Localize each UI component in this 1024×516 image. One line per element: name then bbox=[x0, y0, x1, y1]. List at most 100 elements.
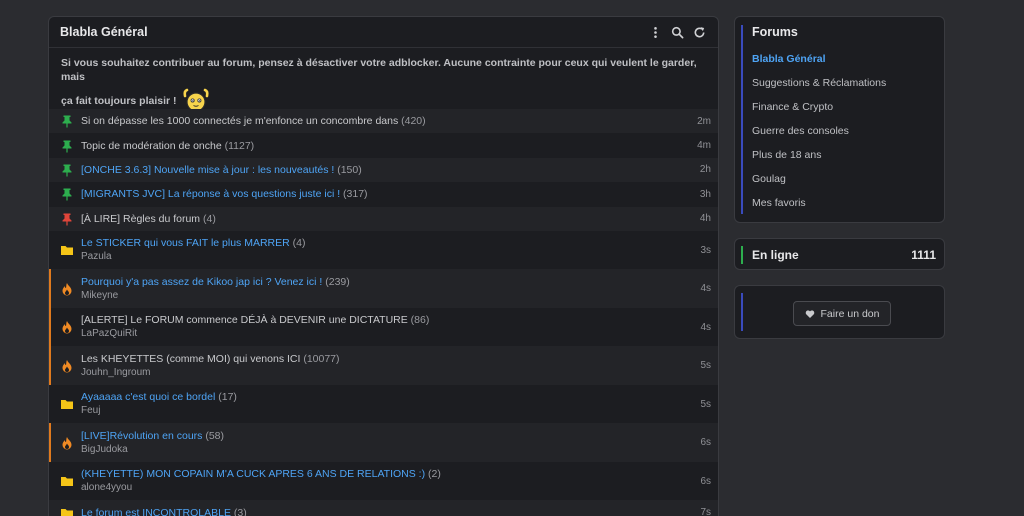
topic-title-link[interactable]: Si on dépasse les 1000 connectés je m'en… bbox=[81, 115, 398, 127]
topic-row[interactable]: Si on dépasse les 1000 connectés je m'en… bbox=[49, 109, 718, 134]
panel-header: Blabla Général bbox=[49, 17, 718, 48]
topic-title-link[interactable]: [LIVE]Révolution en cours bbox=[81, 430, 202, 442]
topic-row[interactable]: Pourquoi y'a pas assez de Kikoo jap ici … bbox=[49, 269, 718, 308]
topic-title-link[interactable]: Les KHEYETTES (comme MOI) qui venons ICI bbox=[81, 353, 300, 365]
topic-row[interactable]: Le STICKER qui vous FAIT le plus MARRER … bbox=[49, 231, 718, 270]
topic-title-link[interactable]: [MIGRANTS JVC] La réponse à vos question… bbox=[81, 188, 340, 200]
topic-reply-count: (4) bbox=[289, 237, 306, 250]
topic-row[interactable]: [À LIRE] Règles du forum (4) 4h bbox=[49, 206, 718, 231]
topic-author[interactable]: Feuj bbox=[81, 404, 678, 418]
refresh-icon[interactable] bbox=[692, 25, 706, 39]
topic-row[interactable]: (KHEYETTE) MON COPAIN M'A CUCK APRES 6 A… bbox=[49, 462, 718, 501]
topic-row[interactable]: Ayaaaaa c'est quoi ce bordel (17) Feuj 5s bbox=[49, 385, 718, 424]
topic-time: 4s bbox=[700, 283, 711, 295]
topic-row[interactable]: [MIGRANTS JVC] La réponse à vos question… bbox=[49, 182, 718, 206]
fire-icon bbox=[51, 320, 79, 334]
topic-time: 4m bbox=[697, 140, 711, 152]
forum-link[interactable]: Plus de 18 ans bbox=[752, 148, 886, 172]
forum-link[interactable]: Goulag bbox=[752, 172, 886, 196]
topic-text: [ONCHE 3.6.3] Nouvelle mise à jour : les… bbox=[79, 163, 678, 177]
topic-title-link[interactable]: Ayaaaaa c'est quoi ce bordel bbox=[81, 391, 215, 403]
heart-icon bbox=[805, 309, 814, 318]
topic-row[interactable]: [LIVE]Révolution en cours (58) BigJudoka 6… bbox=[49, 423, 718, 462]
topic-title-link[interactable]: (KHEYETTE) MON COPAIN M'A CUCK APRES 6 A… bbox=[81, 468, 425, 480]
topic-title-link[interactable]: [ALERTE] Le FORUM commence DÉJÀ à DEVENI… bbox=[81, 314, 408, 326]
topic-row[interactable]: Le forum est INCONTROLABLE (3) 7s bbox=[49, 500, 718, 516]
topics-panel: Blabla Général Si vous souhaitez contrib… bbox=[48, 16, 719, 516]
pin-red-icon bbox=[51, 212, 79, 226]
donate-card: Faire un don bbox=[734, 285, 945, 339]
topic-reply-count: (3) bbox=[230, 506, 247, 516]
online-row: En ligne 1111 bbox=[741, 246, 936, 264]
topic-title-link[interactable]: Le forum est INCONTROLABLE bbox=[81, 507, 231, 516]
topic-text: [ALERTE] Le FORUM commence DÉJÀ à DEVENI… bbox=[79, 313, 678, 341]
topic-text: [MIGRANTS JVC] La réponse à vos question… bbox=[79, 187, 678, 201]
topic-row[interactable]: [ALERTE] Le FORUM commence DÉJÀ à DEVENI… bbox=[49, 307, 718, 347]
topic-author[interactable]: Mikeyne bbox=[81, 289, 678, 303]
topic-reply-count: (2) bbox=[425, 468, 441, 481]
header-actions bbox=[648, 25, 706, 39]
donate-button[interactable]: Faire un don bbox=[793, 301, 891, 326]
topic-time: 5s bbox=[700, 360, 711, 372]
forum-link[interactable]: Guerre des consoles bbox=[752, 124, 886, 148]
topic-title-link[interactable]: Topic de modération de onche bbox=[81, 140, 222, 152]
topic-author[interactable]: LaPazQuiRit bbox=[81, 327, 678, 341]
topic-row[interactable]: Les KHEYETTES (comme MOI) qui venons ICI… bbox=[49, 346, 718, 385]
forum-link[interactable]: Suggestions & Réclamations bbox=[752, 76, 886, 100]
topic-author[interactable]: alone4yyou bbox=[81, 481, 678, 495]
fire-icon bbox=[51, 436, 79, 450]
topic-row[interactable]: Topic de modération de onche (1127) 4m bbox=[49, 133, 718, 157]
donate-label: Faire un don bbox=[820, 307, 880, 320]
topic-time: 4s bbox=[700, 321, 711, 333]
forum-link[interactable]: Finance & Crypto bbox=[752, 100, 886, 124]
topic-title-link[interactable]: Pourquoi y'a pas assez de Kikoo jap ici … bbox=[81, 276, 322, 288]
topic-reply-count: (317) bbox=[340, 188, 368, 201]
search-icon[interactable] bbox=[670, 25, 684, 39]
topic-reply-count: (150) bbox=[334, 163, 362, 176]
topic-row[interactable]: [ONCHE 3.6.3] Nouvelle mise à jour : les… bbox=[49, 157, 718, 183]
online-count: 1111 bbox=[911, 248, 936, 262]
online-card: En ligne 1111 bbox=[734, 238, 945, 270]
forum-links: Blabla Général Suggestions & Réclamations… bbox=[752, 52, 886, 220]
topic-text: Topic de modération de onche (1127) bbox=[79, 139, 678, 153]
topic-text: Le STICKER qui vous FAIT le plus MARRER … bbox=[79, 236, 678, 264]
pin-green-icon bbox=[51, 139, 79, 153]
topic-time: 5s bbox=[700, 398, 711, 410]
forums-heading: Forums bbox=[752, 25, 798, 39]
forum-title: Blabla Général bbox=[60, 25, 148, 39]
topic-time: 6s bbox=[700, 475, 711, 487]
topic-reply-count: (86) bbox=[407, 314, 430, 327]
pin-green-icon bbox=[51, 187, 79, 201]
topic-text: Le forum est INCONTROLABLE (3) bbox=[79, 506, 678, 516]
donate-inner: Faire un don bbox=[741, 293, 936, 331]
folder-icon bbox=[51, 506, 79, 516]
more-options-icon[interactable] bbox=[648, 25, 662, 39]
topic-reply-count: (58) bbox=[202, 429, 224, 442]
topic-time: 2h bbox=[699, 164, 711, 176]
forum-link[interactable]: Mes favoris bbox=[752, 196, 886, 220]
topic-text: [LIVE]Révolution en cours (58) BigJudoka bbox=[79, 429, 678, 457]
topic-author[interactable]: Pazula bbox=[81, 250, 678, 264]
folder-icon bbox=[51, 243, 79, 257]
topic-title-link[interactable]: [À LIRE] Règles du forum bbox=[81, 213, 200, 225]
fire-icon bbox=[51, 359, 79, 373]
forum-link[interactable]: Blabla Général bbox=[752, 52, 886, 76]
topic-title-link[interactable]: [ONCHE 3.6.3] Nouvelle mise à jour : les… bbox=[81, 164, 334, 176]
notice-line-1: Si vous souhaitez contribuer au forum, p… bbox=[61, 57, 697, 83]
topic-reply-count: (239) bbox=[322, 275, 350, 288]
topic-author[interactable]: Jouhn_Ingroum bbox=[81, 366, 678, 380]
topic-author[interactable]: BigJudoka bbox=[81, 443, 678, 457]
topic-reply-count: (420) bbox=[398, 115, 426, 128]
pin-green-icon bbox=[51, 163, 79, 177]
topic-list: Si on dépasse les 1000 connectés je m'en… bbox=[49, 109, 718, 516]
topic-time: 4h bbox=[699, 213, 711, 225]
topic-reply-count: (10077) bbox=[300, 352, 340, 365]
topic-text: Pourquoi y'a pas assez de Kikoo jap ici … bbox=[79, 275, 678, 303]
fire-icon bbox=[51, 282, 79, 296]
folder-icon bbox=[51, 474, 79, 488]
topic-text: Les KHEYETTES (comme MOI) qui venons ICI… bbox=[79, 352, 678, 380]
topic-title-link[interactable]: Le STICKER qui vous FAIT le plus MARRER bbox=[81, 237, 290, 249]
topic-time: 3h bbox=[699, 188, 711, 200]
forums-nav: Forums Blabla Général Suggestions & Récla… bbox=[741, 25, 886, 214]
adblock-notice: Si vous souhaitez contribuer au forum, p… bbox=[49, 48, 718, 115]
